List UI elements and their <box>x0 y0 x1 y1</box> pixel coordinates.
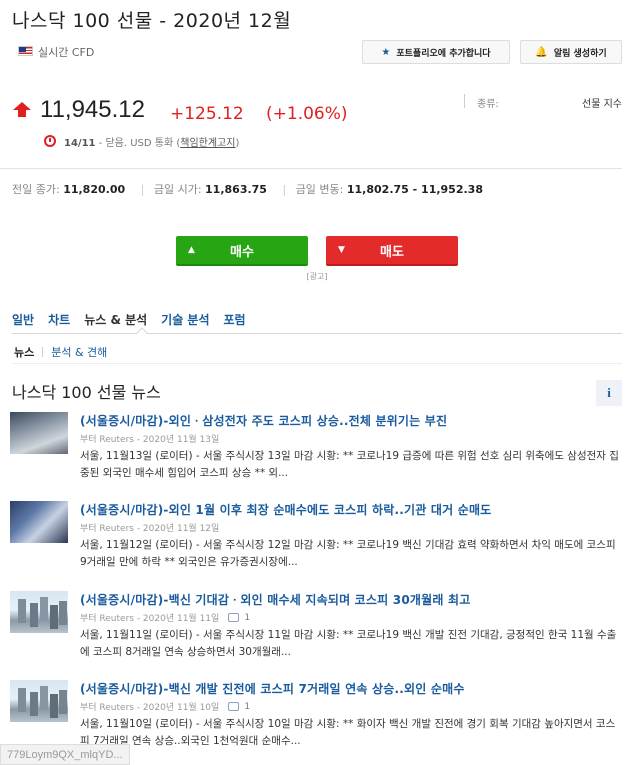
add-to-portfolio-label: 포트폴리오에 추가합니다 <box>396 48 491 59</box>
up-arrow-icon <box>13 102 31 117</box>
bell-icon: 🔔 <box>535 46 548 58</box>
arrow-down-icon: ▼ <box>338 245 345 255</box>
status-url-overlay: 779Loym9QX_mlqYD... <box>0 744 130 765</box>
comment-count: 1 <box>244 612 251 623</box>
quote-stats: 전일 종가: 11,820.00 | 금일 시가: 11,863.75 | 금일… <box>12 181 489 197</box>
sell-button[interactable]: ▼ 매도 <box>326 236 458 266</box>
news-source-date: 부터 Reuters - 2020년 11월 11일 <box>80 614 220 624</box>
us-flag-icon <box>18 46 33 56</box>
status-close: ) <box>235 138 240 149</box>
comment-count: 1 <box>244 701 251 712</box>
news-thumbnail[interactable] <box>10 591 68 633</box>
tab-technical[interactable]: 기술 분석 <box>161 311 209 328</box>
create-alert-label: 알림 생성하기 <box>553 48 607 59</box>
day-range-label: 금일 변동: <box>295 183 344 196</box>
create-alert-button[interactable]: 🔔 알림 생성하기 <box>520 40 622 64</box>
clock-icon <box>44 135 56 147</box>
open-label: 금일 시가: <box>153 183 202 196</box>
news-summary: 서울, 11월10일 (로이터) - 서울 주식시장 10일 마감 시황: **… <box>80 718 616 747</box>
info-icon[interactable]: i <box>596 380 622 406</box>
arrow-up-icon: ▲ <box>188 245 195 255</box>
status-date: 14/11 <box>64 138 96 149</box>
tab-forum[interactable]: 포럼 <box>224 311 246 328</box>
prev-close-label: 전일 종가: <box>12 183 60 196</box>
market-status: 14/11 - 닫음. USD 통화 (책임한계고지) <box>64 134 239 149</box>
sell-label: 매도 <box>380 244 404 260</box>
news-headline[interactable]: (서울증시/마감)-외인ㆍ삼성전자 주도 코스피 상승..전체 분위기는 부진 <box>80 412 447 429</box>
status-text: - 닫음. USD 통화 ( <box>98 138 181 149</box>
divider <box>0 168 622 169</box>
news-headline[interactable]: (서울증시/마감)-백신 기대감ㆍ외인 매수세 지속되며 코스피 30개월래 최… <box>80 591 470 608</box>
stats-separator: | <box>282 183 287 196</box>
news-thumbnail[interactable] <box>10 501 68 543</box>
buy-label: 매수 <box>230 244 254 260</box>
last-price: 11,945.12 <box>40 96 145 123</box>
open-value: 11,863.75 <box>205 183 267 196</box>
disclaimer-link[interactable]: 책임한계고지 <box>180 138 235 149</box>
subtab-analysis[interactable]: 분석 & 견해 <box>51 344 107 360</box>
news-summary: 서울, 11월11일 (로이터) - 서울 주식시장 11일 마감 시황: **… <box>80 629 617 658</box>
comment-icon[interactable] <box>228 702 240 711</box>
news-byline: 부터 Reuters - 2020년 11월 12일 <box>80 521 219 534</box>
type-label: 종류: <box>477 99 499 110</box>
subtab-news[interactable]: 뉴스 <box>14 344 34 360</box>
tab-overview[interactable]: 일반 <box>12 311 34 328</box>
prev-close-value: 11,820.00 <box>63 183 126 196</box>
day-range-value: 11,802.75 - 11,952.38 <box>346 183 483 196</box>
news-source-date: 부터 Reuters - 2020년 11월 12일 <box>80 524 220 534</box>
news-byline: 부터 Reuters - 2020년 11월 13일 <box>80 432 219 445</box>
active-tab-indicator <box>136 327 148 339</box>
news-summary: 서울, 11월12일 (로이터) - 서울 주식시장 12일 마감 시황: **… <box>80 539 616 568</box>
news-source-date: 부터 Reuters - 2020년 11월 10일 <box>80 703 220 713</box>
price-change-percent: (+1.06%) <box>266 104 348 124</box>
news-thumbnail[interactable] <box>10 680 68 722</box>
tab-chart[interactable]: 차트 <box>48 311 70 328</box>
news-byline: 부터 Reuters - 2020년 11월 11일 1 <box>80 611 251 625</box>
subtab-divider <box>42 347 44 357</box>
add-to-portfolio-button[interactable]: ★ 포트폴리오에 추가합니다 <box>362 40 510 64</box>
star-icon: ★ <box>381 46 391 58</box>
news-source-date: 부터 Reuters - 2020년 11월 13일 <box>80 435 220 445</box>
tab-news-analysis[interactable]: 뉴스 & 분석 <box>84 311 147 328</box>
news-headline[interactable]: (서울증시/마감)-외인 1월 이후 최장 순매수에도 코스피 하락..기관 대… <box>80 501 491 518</box>
news-section-title: 나스닥 100 선물 뉴스 <box>12 383 161 402</box>
news-summary: 서울, 11월13일 (로이터) - 서울 주식시장 13일 마감 시황: **… <box>80 450 619 479</box>
news-thumbnail[interactable] <box>10 412 68 454</box>
stats-separator: | <box>140 183 145 196</box>
news-byline: 부터 Reuters - 2020년 11월 10일 1 <box>80 700 251 714</box>
price-change: +125.12 <box>170 104 244 124</box>
type-value: 선물 지수 <box>582 99 622 110</box>
main-tabs: 일반 차트 뉴스 & 분석 기술 분석 포럼 <box>12 311 246 328</box>
meta-divider <box>464 94 465 108</box>
realtime-label: 실시간 CFD <box>38 46 95 59</box>
subtab-underline <box>12 363 622 364</box>
news-headline[interactable]: (서울증시/마감)-백신 개발 진전에 코스피 7거래일 연속 상승..외인 순… <box>80 680 465 697</box>
comment-icon[interactable] <box>228 613 240 622</box>
page-title: 나스닥 100 선물 - 2020년 12월 <box>12 10 292 32</box>
buy-button[interactable]: ▲ 매수 <box>176 236 308 266</box>
ad-label: [광고] <box>306 272 328 281</box>
tab-underline <box>12 333 622 334</box>
sub-tabs: 뉴스 분석 & 견해 <box>14 344 107 360</box>
